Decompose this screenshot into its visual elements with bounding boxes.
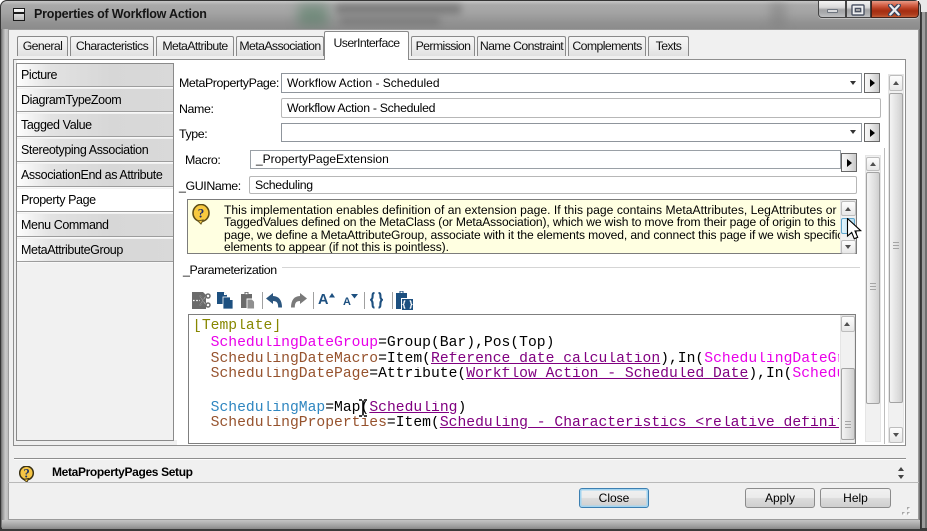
svg-text:?: ? — [23, 467, 29, 481]
svg-text:?: ? — [198, 206, 205, 221]
